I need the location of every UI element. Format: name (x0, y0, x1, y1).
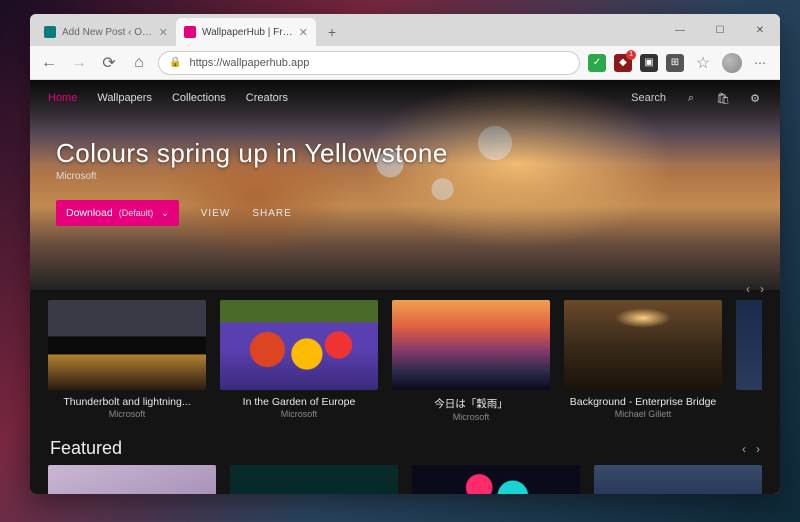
extension-icon[interactable]: ✓ (588, 54, 606, 72)
address-bar[interactable]: 🔒 https://wallpaperhub.app (158, 51, 580, 75)
site-nav: Home Wallpapers Collections Creators Sea… (30, 80, 780, 116)
featured-next[interactable]: › (756, 442, 760, 456)
extension-icon[interactable]: ▣ (640, 54, 658, 72)
featured-card[interactable] (594, 465, 762, 494)
lock-icon: 🔒 (169, 57, 181, 68)
view-button[interactable]: VIEW (201, 208, 231, 219)
nav-creators[interactable]: Creators (246, 92, 288, 104)
thumbnail (736, 300, 762, 390)
nav-wallpapers[interactable]: Wallpapers (97, 92, 152, 104)
titlebar: Add New Post ‹ OnMSFT.com — ✕ WallpaperH… (30, 14, 780, 46)
ublock-icon[interactable]: ◆1 (614, 54, 632, 72)
chevron-down-icon: ⌄ (161, 208, 169, 219)
minimize-button[interactable]: — (660, 14, 700, 46)
menu-button[interactable]: ⋯ (750, 56, 772, 70)
carousel-next[interactable]: › (760, 282, 764, 296)
carousel-prev[interactable]: ‹ (746, 282, 750, 296)
forward-button[interactable]: → (68, 52, 90, 74)
hero-banner: Home Wallpapers Collections Creators Sea… (30, 80, 780, 290)
close-icon[interactable]: ✕ (159, 26, 168, 39)
home-button[interactable]: ⌂ (128, 52, 150, 74)
browser-toolbar: ← → ⟳ ⌂ 🔒 https://wallpaperhub.app ✓ ◆1 … (30, 46, 780, 80)
carousel-row: ‹ › Thunderbolt and lightning... Microso… (30, 290, 780, 436)
favicon-icon (184, 26, 196, 38)
settings-icon[interactable]: ⚙ (748, 91, 762, 105)
thumbnail (392, 300, 550, 390)
thumbnail (220, 300, 378, 390)
wallpaper-card[interactable]: Thunderbolt and lightning... Microsoft (48, 300, 206, 422)
featured-card[interactable] (230, 465, 398, 494)
new-tab-button[interactable]: + (320, 20, 344, 44)
favicon-icon (44, 26, 56, 38)
page-viewport: Home Wallpapers Collections Creators Sea… (30, 80, 780, 494)
back-button[interactable]: ← (38, 52, 60, 74)
search-label[interactable]: Search (631, 92, 666, 104)
wallpaper-card-peek[interactable] (736, 300, 762, 422)
wallpaper-card[interactable]: In the Garden of Europe Microsoft (220, 300, 378, 422)
thumbnail (564, 300, 722, 390)
nav-home[interactable]: Home (48, 92, 77, 104)
nav-collections[interactable]: Collections (172, 92, 226, 104)
window-controls: — ☐ ✕ (660, 14, 780, 46)
tab-label: WallpaperHub | Free wallpapers (202, 27, 293, 38)
wallpaper-card[interactable]: Background - Enterprise Bridge Michael G… (564, 300, 722, 422)
favorite-button[interactable]: ☆ (692, 52, 714, 74)
extension-area: ✓ ◆1 ▣ ⊞ ☆ ⋯ (588, 52, 772, 74)
tab-label: Add New Post ‹ OnMSFT.com — (62, 27, 153, 38)
url-text: https://wallpaperhub.app (189, 57, 309, 69)
close-window-button[interactable]: ✕ (740, 14, 780, 46)
share-button[interactable]: SHARE (252, 208, 291, 219)
wallpaper-card[interactable]: 今日は「穀雨」 Microsoft (392, 300, 550, 422)
tab-wallpaperhub[interactable]: WallpaperHub | Free wallpapers ✕ (176, 18, 316, 46)
featured-header: Featured ‹ › (30, 436, 780, 465)
cart-icon[interactable]: 🛍 (716, 91, 730, 105)
featured-card[interactable] (412, 465, 580, 494)
featured-row (30, 465, 780, 494)
extension-icon[interactable]: ⊞ (666, 54, 684, 72)
featured-heading: Featured (50, 438, 122, 459)
refresh-button[interactable]: ⟳ (98, 52, 120, 74)
maximize-button[interactable]: ☐ (700, 14, 740, 46)
thumbnail (48, 300, 206, 390)
featured-prev[interactable]: ‹ (742, 442, 746, 456)
profile-avatar[interactable] (722, 53, 742, 73)
browser-window: Add New Post ‹ OnMSFT.com — ✕ WallpaperH… (30, 14, 780, 494)
close-icon[interactable]: ✕ (299, 26, 308, 39)
hero-title: Colours spring up in Yellowstone (56, 138, 754, 169)
search-icon[interactable]: ⌕ (684, 91, 698, 105)
featured-card[interactable] (48, 465, 216, 494)
hero-author: Microsoft (56, 171, 754, 182)
download-button[interactable]: Download (Default) ⌄ (56, 200, 179, 226)
tab-onmsft[interactable]: Add New Post ‹ OnMSFT.com — ✕ (36, 18, 176, 46)
